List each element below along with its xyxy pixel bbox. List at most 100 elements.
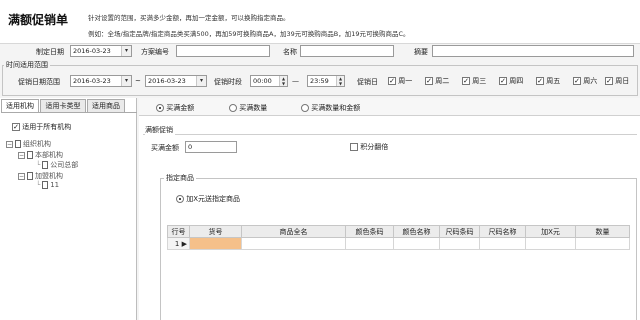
- promo-type-label: 买满数量: [239, 104, 268, 112]
- product-name-cell[interactable]: [241, 237, 346, 250]
- end-time-value: 23:59: [310, 77, 329, 85]
- size-name-cell[interactable]: [479, 237, 526, 250]
- promo-day-label: 促销日: [357, 78, 378, 86]
- color-name-cell[interactable]: [393, 237, 440, 250]
- day-checkbox-tue[interactable]: ✓ 周二: [425, 76, 449, 86]
- plan-no-input[interactable]: [176, 45, 270, 57]
- add-x-yuan-radio[interactable]: 加X元送指定商品: [176, 194, 240, 204]
- document-icon: [42, 181, 49, 189]
- chevron-down-icon[interactable]: ▾: [121, 76, 131, 86]
- tree-node-root[interactable]: − 组织机构: [6, 139, 51, 149]
- add-x-yuan-label: 加X元送指定商品: [186, 195, 241, 203]
- tree-node-label: 本部机构: [35, 151, 63, 159]
- tree-node-label: 组织机构: [23, 140, 51, 148]
- day-checkbox-mon[interactable]: ✓ 周一: [388, 76, 412, 86]
- goods-grid: 行号 货号 商品全名 颜色条码 颜色名称 尺码条码 尺码名称 加X元 数量 1 …: [167, 225, 630, 250]
- sku-cell[interactable]: [189, 237, 242, 250]
- checkbox-icon[interactable]: [350, 143, 358, 151]
- page-title: 满额促销单: [8, 13, 69, 27]
- day-label: 周二: [435, 77, 450, 85]
- end-date-value: 2016-03-23: [148, 77, 186, 85]
- tree-node-hq[interactable]: − 本部机构: [18, 150, 63, 160]
- spinner-icon[interactable]: ▲ ▼: [279, 76, 287, 86]
- col-header[interactable]: 加X元: [525, 225, 576, 238]
- checkbox-icon[interactable]: ✓: [425, 77, 433, 85]
- promo-type-amount[interactable]: 买满金额: [156, 103, 194, 113]
- radio-icon[interactable]: [176, 195, 184, 203]
- specified-goods-legend: 指定商品: [164, 173, 196, 183]
- chevron-down-icon[interactable]: ▾: [196, 76, 206, 86]
- tree-node-franchise-child[interactable]: └ 11: [36, 181, 59, 189]
- spinner-icon[interactable]: ▲ ▼: [336, 76, 344, 86]
- full-promo-divider: [143, 134, 637, 135]
- date-value: 2016-03-23: [73, 47, 111, 55]
- tab-applicable-orgs[interactable]: 适用机构: [1, 99, 39, 112]
- row-indicator-icon: ▶: [181, 239, 187, 248]
- day-checkbox-fri[interactable]: ✓ 周五: [536, 76, 560, 86]
- tree-node-label: 公司总部: [50, 161, 79, 169]
- col-header[interactable]: 颜色条码: [345, 225, 394, 238]
- color-code-cell[interactable]: [345, 237, 394, 250]
- name-input[interactable]: [300, 45, 394, 57]
- checkbox-icon[interactable]: ✓: [462, 77, 470, 85]
- promo-type-quantity-amount[interactable]: 买满数量和金额: [301, 103, 360, 113]
- day-checkbox-thu[interactable]: ✓ 周四: [499, 76, 523, 86]
- tree-node-hq-child[interactable]: └ 公司总部: [36, 160, 78, 170]
- radio-icon[interactable]: [156, 104, 164, 112]
- col-header[interactable]: 商品全名: [241, 225, 346, 238]
- tab-applicable-goods[interactable]: 适用商品: [87, 99, 125, 112]
- day-label: 周五: [546, 77, 561, 85]
- chevron-down-icon[interactable]: ▾: [121, 46, 131, 56]
- summary-input[interactable]: [432, 45, 634, 57]
- start-date-field[interactable]: 2016-03-23 ▾: [70, 75, 132, 87]
- tab-divider: [1, 112, 137, 113]
- day-checkbox-sat[interactable]: ✓ 周六: [573, 76, 597, 86]
- collapse-icon[interactable]: −: [18, 151, 25, 159]
- add-x-yuan-cell[interactable]: [525, 237, 576, 250]
- day-label: 周日: [615, 77, 630, 85]
- points-double-checkbox[interactable]: 积分翻倍: [350, 142, 388, 152]
- col-header[interactable]: 尺码名称: [479, 225, 526, 238]
- start-date-value: 2016-03-23: [73, 77, 111, 85]
- size-code-cell[interactable]: [439, 237, 480, 250]
- col-header[interactable]: 尺码条码: [439, 225, 480, 238]
- amount-input[interactable]: 0: [185, 141, 237, 153]
- day-checkbox-sun[interactable]: ✓ 周日: [605, 76, 629, 86]
- radio-icon[interactable]: [301, 104, 309, 112]
- date-field[interactable]: 2016-03-23 ▾: [70, 45, 132, 57]
- checkbox-icon[interactable]: ✓: [12, 123, 20, 131]
- start-time-field[interactable]: 00:00 ▲ ▼: [250, 75, 288, 87]
- col-header[interactable]: 行号: [167, 225, 190, 238]
- plan-no-label: 方案编号: [141, 48, 169, 56]
- promo-type-quantity[interactable]: 买满数量: [229, 103, 267, 113]
- col-header[interactable]: 颜色名称: [393, 225, 440, 238]
- day-label: 周三: [472, 77, 487, 85]
- day-checkbox-wed[interactable]: ✓ 周三: [462, 76, 486, 86]
- period-label: 促销日期范围: [18, 78, 60, 86]
- radio-icon[interactable]: [229, 104, 237, 112]
- description-line-2: 例如：全场/指定品牌/指定商品类买满500，再加59可换购商品A，加39元可换购…: [88, 30, 410, 38]
- end-time-field[interactable]: 23:59 ▲ ▼: [307, 75, 345, 87]
- end-date-field[interactable]: 2016-03-23 ▾: [145, 75, 207, 87]
- date-range-separator: ~: [135, 77, 141, 85]
- table-row[interactable]: 1 ▶: [167, 237, 630, 250]
- checkbox-icon[interactable]: ✓: [605, 77, 613, 85]
- tree-node-label: 加盟机构: [35, 172, 63, 180]
- tab-card-types[interactable]: 适用卡类型: [40, 99, 86, 112]
- collapse-icon[interactable]: −: [6, 140, 13, 148]
- checkbox-icon[interactable]: ✓: [573, 77, 581, 85]
- document-icon: [27, 151, 33, 159]
- day-label: 周一: [398, 77, 413, 85]
- col-header[interactable]: 数量: [575, 225, 630, 238]
- checkbox-icon[interactable]: ✓: [536, 77, 544, 85]
- quantity-cell[interactable]: [575, 237, 630, 250]
- promo-type-bar: [139, 98, 640, 116]
- checkbox-icon[interactable]: ✓: [499, 77, 507, 85]
- collapse-icon[interactable]: −: [18, 172, 25, 180]
- col-header[interactable]: 货号: [189, 225, 242, 238]
- all-orgs-checkbox[interactable]: ✓ 适用于所有机构: [12, 122, 71, 132]
- checkbox-icon[interactable]: ✓: [388, 77, 396, 85]
- tree-node-franchise[interactable]: − 加盟机构: [18, 171, 63, 181]
- document-icon: [42, 161, 49, 169]
- promo-type-label: 买满数量和金额: [311, 104, 361, 112]
